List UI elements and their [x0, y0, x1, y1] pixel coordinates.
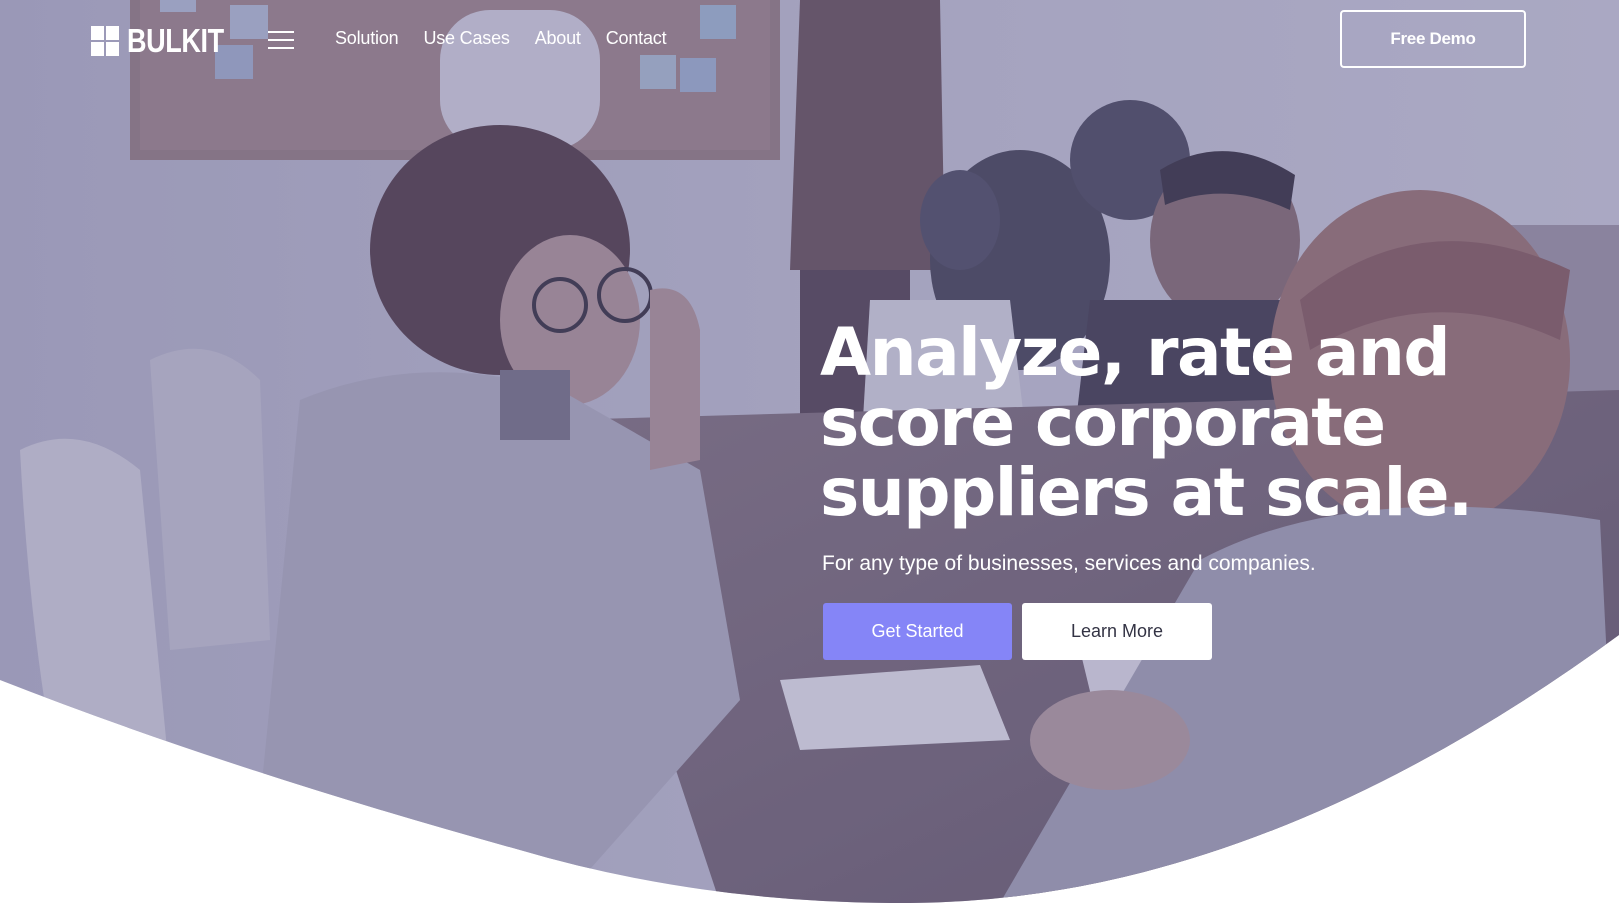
- nav-link-about[interactable]: About: [535, 28, 581, 49]
- nav-link-use-cases[interactable]: Use Cases: [423, 28, 509, 49]
- nav-link-contact[interactable]: Contact: [606, 28, 667, 49]
- landing-page: BULKIT Solution Use Cases About Contact …: [0, 0, 1619, 903]
- brand-logo[interactable]: BULKIT: [91, 24, 245, 57]
- get-started-button[interactable]: Get Started: [823, 603, 1012, 660]
- learn-more-button[interactable]: Learn More: [1022, 603, 1212, 660]
- nav-links: Solution Use Cases About Contact: [335, 28, 667, 49]
- logo-grid-icon: [91, 25, 119, 56]
- free-demo-button[interactable]: Free Demo: [1340, 10, 1526, 68]
- nav-link-solution[interactable]: Solution: [335, 28, 399, 49]
- hero-subtitle: For any type of businesses, services and…: [822, 552, 1316, 575]
- brand-name: BULKIT: [127, 22, 224, 59]
- top-navbar: BULKIT Solution Use Cases About Contact …: [0, 0, 1619, 80]
- hamburger-menu-icon[interactable]: [268, 31, 294, 49]
- hero-title: Analyze, rate and score corporate suppli…: [820, 314, 1473, 531]
